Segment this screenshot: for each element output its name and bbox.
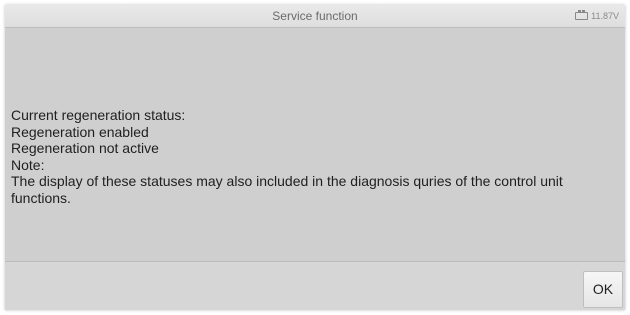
message-line: The display of these statuses may also i… <box>11 173 563 206</box>
title-bar: Service function 11.87V <box>5 5 625 28</box>
message-line: Regeneration not active <box>11 140 159 156</box>
message-line: Note: <box>11 156 45 173</box>
message-line: Current regeneration status: <box>11 107 186 123</box>
battery-icon <box>575 10 589 20</box>
button-bar: OK <box>5 261 625 310</box>
battery-voltage: 11.87V <box>591 11 619 21</box>
message-area: Current regeneration status: Regeneratio… <box>5 28 625 261</box>
window-title: Service function <box>272 9 358 23</box>
battery-status: 11.87V <box>575 5 619 27</box>
service-function-screen: Service function 11.87V Current regenera… <box>0 0 630 315</box>
message-line: Regeneration enabled <box>11 123 149 140</box>
regeneration-message: Current regeneration status: Regeneratio… <box>11 107 611 206</box>
dialog-window: Service function 11.87V Current regenera… <box>5 5 625 310</box>
ok-button[interactable]: OK <box>583 271 623 308</box>
